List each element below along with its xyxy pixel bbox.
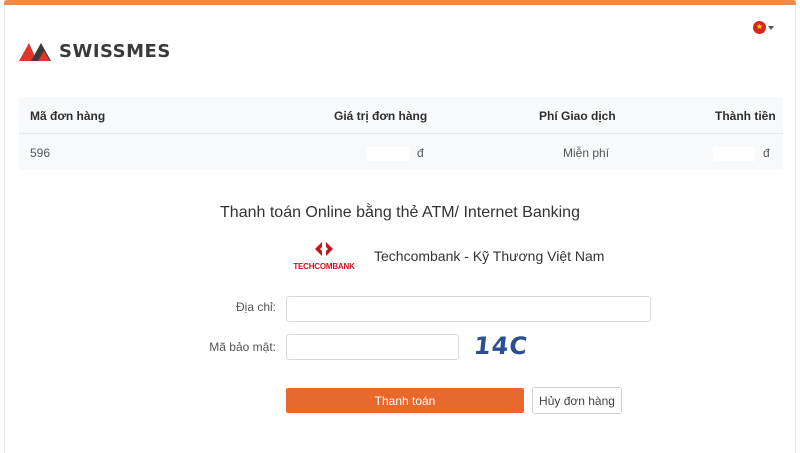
brand-logo[interactable]: SWISSMES <box>19 40 171 62</box>
selected-bank: TECHCOMBANK Techcombank - Kỹ Thương Việt… <box>290 240 604 271</box>
fee-value: Miễn phí <box>563 146 610 160</box>
address-input[interactable] <box>286 296 651 322</box>
security-code-label: Mã bảo mật: <box>209 340 276 354</box>
order-summary-table: Mã đơn hàng Giá trị đơn hàng Phí Giao dị… <box>19 97 783 170</box>
brand-name: SWISSMES <box>59 40 171 62</box>
order-value-cell: đ <box>367 146 424 161</box>
techcombank-logo: TECHCOMBANK <box>290 240 358 271</box>
techcombank-logo-icon <box>315 240 333 258</box>
page-frame <box>4 0 796 453</box>
security-code-input[interactable] <box>286 334 459 360</box>
pay-button[interactable]: Thanh toán <box>286 388 524 413</box>
header-order-id: Mã đơn hàng <box>30 109 106 123</box>
vietnam-flag-icon: ★ <box>753 21 766 34</box>
order-id-value: 596 <box>30 146 51 160</box>
payment-title: Thanh toán Online bằng thẻ ATM/ Internet… <box>220 204 580 221</box>
total-value-cell: đ <box>713 146 770 161</box>
top-accent-bar <box>4 0 796 5</box>
cancel-order-button[interactable]: Hủy đơn hàng <box>532 387 622 414</box>
header-order-value: Giá trị đơn hàng <box>334 109 428 123</box>
redacted-total <box>713 146 755 161</box>
address-label: Địa chỉ: <box>235 300 276 314</box>
swissmes-logo-icon <box>19 43 51 61</box>
language-selector[interactable]: ★ <box>753 21 774 34</box>
bank-logo-text: TECHCOMBANK <box>293 262 355 271</box>
caret-down-icon <box>768 25 774 30</box>
captcha-image: 14C <box>472 332 530 360</box>
header-total: Thành tiền <box>715 109 776 123</box>
bank-name: Techcombank - Kỹ Thương Việt Nam <box>374 247 605 264</box>
header-transaction-fee: Phí Giao dịch <box>539 109 616 123</box>
redacted-amount <box>367 146 409 161</box>
